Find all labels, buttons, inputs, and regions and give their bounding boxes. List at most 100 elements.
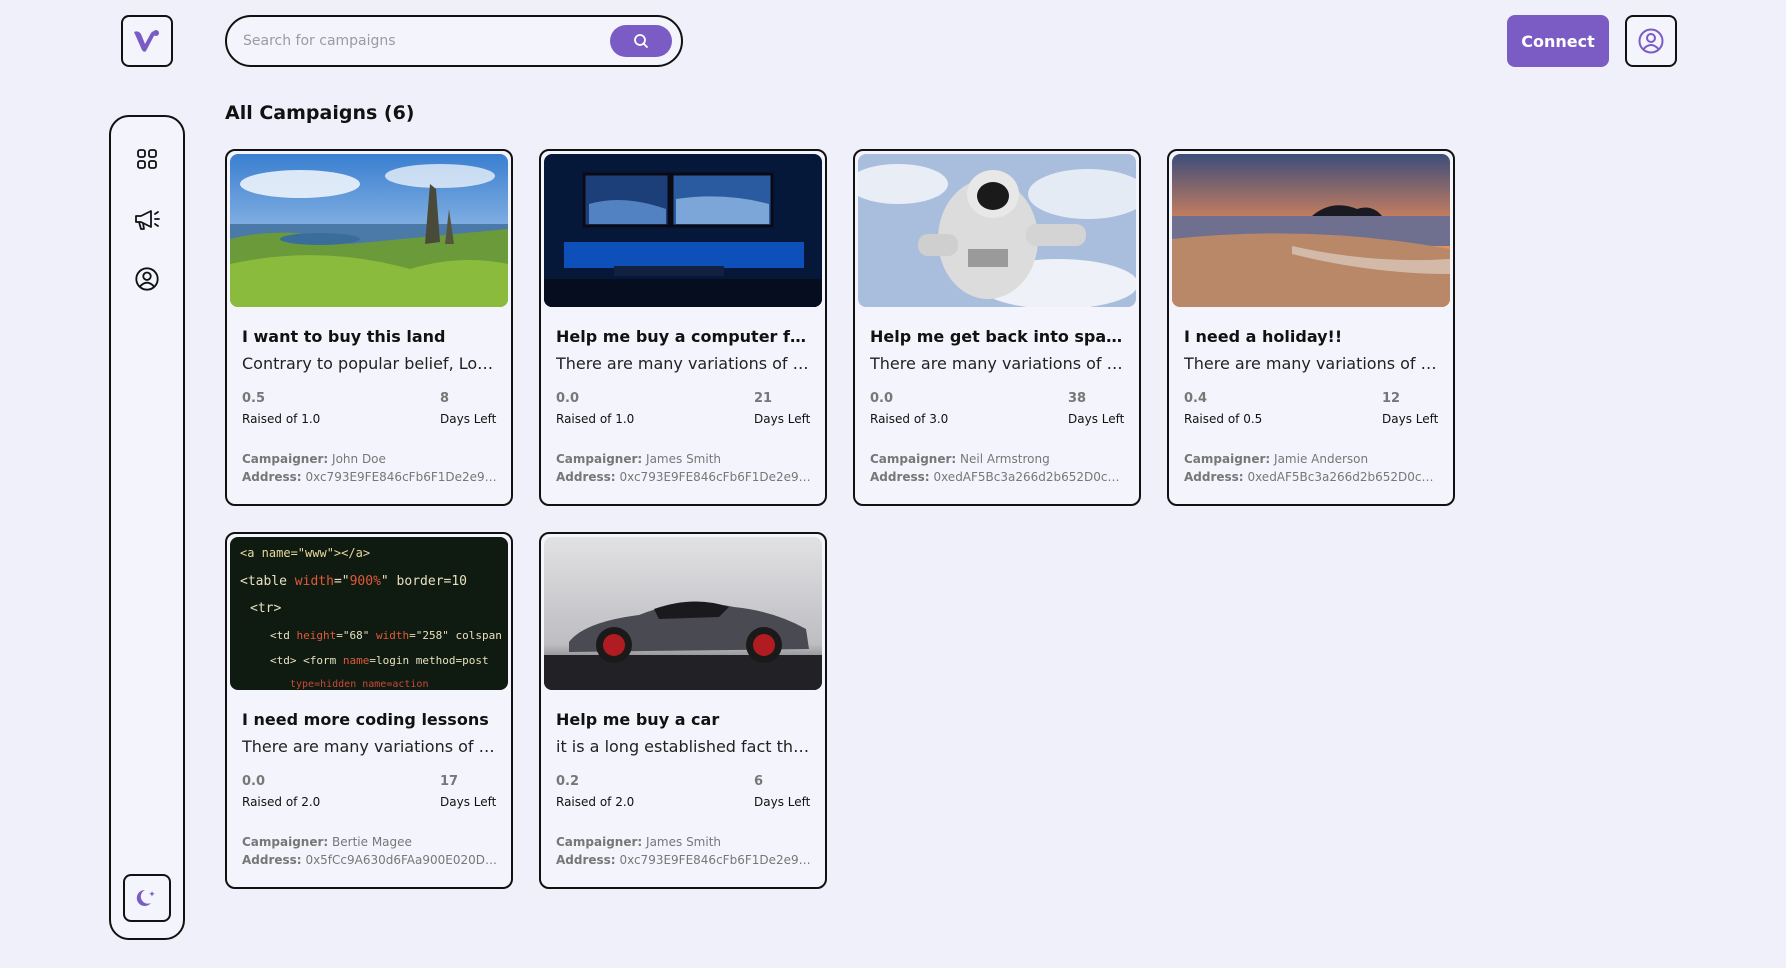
raised-stat: 0.5 Raised of 1.0 — [242, 391, 320, 426]
campaign-image — [544, 154, 822, 307]
campaigner-address: 0xc793E9FE846cFb6F1De2e9Ff1a8b3c — [619, 470, 812, 484]
campaign-image — [1172, 154, 1450, 307]
campaigner-label: Campaigner: — [1184, 452, 1271, 466]
raised-amount: 0.0 — [556, 391, 580, 406]
days-left-count: 38 — [1068, 391, 1087, 406]
raised-stat: 0.4 Raised of 0.5 — [1184, 391, 1262, 426]
connect-button[interactable]: Connect — [1507, 15, 1609, 67]
campaigner-address: 0xedAF5Bc3a266d2b652D0cBb7e1a9 — [1247, 470, 1440, 484]
sidebar-item-campaigns[interactable] — [133, 205, 161, 233]
raised-target: Raised of 3.0 — [870, 412, 949, 426]
raised-target: Raised of 1.0 — [242, 412, 321, 426]
days-stat: 17 Days Left — [440, 774, 496, 809]
address-label: Address: — [1184, 470, 1244, 484]
campaigner-name: James Smith — [646, 452, 722, 466]
page-title: All Campaigns (6) — [225, 102, 415, 124]
address-label: Address: — [556, 470, 616, 484]
profile-button[interactable] — [1625, 15, 1677, 67]
campaign-title: Help me buy a car — [556, 710, 720, 729]
campaigner-row: Campaigner: John Doe — [242, 452, 498, 466]
campaigner-address: 0xc793E9FE846cFb6F1De2e9Ff1a8b3c — [619, 853, 812, 867]
logo-icon — [134, 30, 159, 52]
raised-stat: 0.2 Raised of 2.0 — [556, 774, 634, 809]
raised-stat: 0.0 Raised of 3.0 — [870, 391, 948, 426]
days-left-label: Days Left — [440, 795, 497, 809]
campaign-description: There are many variations of passages of… — [242, 737, 498, 756]
svg-text:<td> <form name=login method=p: <td> <form name=login method=post — [270, 654, 489, 667]
user-icon — [135, 267, 159, 291]
days-left-label: Days Left — [754, 412, 811, 426]
theme-toggle-button[interactable] — [123, 874, 171, 922]
svg-text:<tr>: <tr> — [250, 601, 281, 616]
address-row: Address: 0xedAF5Bc3a266d2b652D0cBb7e1a9 — [870, 470, 1126, 484]
campaign-card[interactable]: Help me buy a computer for gaming There … — [539, 149, 827, 506]
address-row: Address: 0x5fCc9A630d6FAa900E020DB4d1e7 — [242, 853, 498, 867]
campaign-title: I need a holiday!! — [1184, 327, 1343, 346]
campaign-card[interactable]: Help me buy a car it is a long establish… — [539, 532, 827, 889]
address-label: Address: — [242, 470, 302, 484]
campaign-description: There are many variations of passages of… — [1184, 354, 1440, 373]
campaign-grid: I want to buy this land Contrary to popu… — [225, 149, 1455, 889]
days-left-count: 12 — [1382, 391, 1401, 406]
campaigner-name: James Smith — [646, 835, 722, 849]
campaign-description: There are many variations of passages of… — [556, 354, 812, 373]
campaigner-address: 0xedAF5Bc3a266d2b652D0cBb7e1a9 — [933, 470, 1126, 484]
megaphone-icon — [135, 210, 160, 230]
campaigner-label: Campaigner: — [242, 452, 329, 466]
campaigner-row: Campaigner: Bertie Magee — [242, 835, 498, 849]
search-input[interactable] — [243, 29, 603, 53]
campaigner-name: Jamie Anderson — [1274, 452, 1369, 466]
days-stat: 21 Days Left — [754, 391, 810, 426]
search-icon — [634, 34, 648, 48]
campaigner-name: John Doe — [332, 452, 386, 466]
campaign-description: There are many variations of passages of… — [870, 354, 1126, 373]
campaign-title: I want to buy this land — [242, 327, 446, 346]
user-icon — [1638, 28, 1664, 54]
campaigner-label: Campaigner: — [870, 452, 957, 466]
address-row: Address: 0xc793E9FE846cFb6F1De2e9Ff1a8b3… — [556, 470, 812, 484]
moon-icon — [136, 889, 155, 906]
days-stat: 38 Days Left — [1068, 391, 1124, 426]
raised-amount: 0.5 — [242, 391, 266, 406]
raised-stat: 0.0 Raised of 1.0 — [556, 391, 634, 426]
search-button[interactable] — [610, 25, 672, 57]
campaign-card[interactable]: <a name="www"></a> <table width="900%" b… — [225, 532, 513, 889]
days-stat: 6 Days Left — [754, 774, 810, 809]
raised-amount: 0.4 — [1184, 391, 1208, 406]
campaigner-name: Neil Armstrong — [960, 452, 1050, 466]
campaign-title: I need more coding lessons — [242, 710, 489, 729]
campaigner-row: Campaigner: Jamie Anderson — [1184, 452, 1440, 466]
svg-text:type=hidden name=action: type=hidden name=action — [290, 679, 428, 690]
app-logo[interactable] — [121, 15, 173, 67]
days-stat: 12 Days Left — [1382, 391, 1438, 426]
campaigner-label: Campaigner: — [556, 835, 643, 849]
raised-target: Raised of 2.0 — [242, 795, 321, 809]
campaigner-label: Campaigner: — [242, 835, 329, 849]
address-label: Address: — [556, 853, 616, 867]
days-left-label: Days Left — [1382, 412, 1439, 426]
svg-text:<table width="900%" border=10: <table width="900%" border=10 — [240, 574, 467, 589]
dashboard-icon — [137, 149, 157, 169]
raised-target: Raised of 2.0 — [556, 795, 635, 809]
campaign-title: Help me get back into space — [870, 327, 1126, 346]
campaign-card[interactable]: Help me get back into space There are ma… — [853, 149, 1141, 506]
sidebar-item-profile[interactable] — [133, 265, 161, 293]
address-row: Address: 0xedAF5Bc3a266d2b652D0cBb7e1a9 — [1184, 470, 1440, 484]
address-label: Address: — [242, 853, 302, 867]
campaigner-address: 0xc793E9FE846cFb6F1De2e9Ff1a8b3c — [305, 470, 498, 484]
campaigner-label: Campaigner: — [556, 452, 643, 466]
campaigner-row: Campaigner: James Smith — [556, 452, 812, 466]
campaign-card[interactable]: I want to buy this land Contrary to popu… — [225, 149, 513, 506]
raised-amount: 0.0 — [242, 774, 266, 789]
raised-stat: 0.0 Raised of 2.0 — [242, 774, 320, 809]
campaigner-name: Bertie Magee — [332, 835, 412, 849]
campaigner-row: Campaigner: James Smith — [556, 835, 812, 849]
days-left-count: 17 — [440, 774, 459, 789]
raised-target: Raised of 0.5 — [1184, 412, 1263, 426]
sidebar-item-dashboard[interactable] — [133, 145, 161, 173]
svg-text:<a name="www"></a>: <a name="www"></a> — [240, 546, 370, 560]
days-left-label: Days Left — [754, 795, 811, 809]
days-left-count: 6 — [754, 774, 764, 789]
campaign-card[interactable]: I need a holiday!! There are many variat… — [1167, 149, 1455, 506]
campaign-title: Help me buy a computer for gaming — [556, 327, 812, 346]
